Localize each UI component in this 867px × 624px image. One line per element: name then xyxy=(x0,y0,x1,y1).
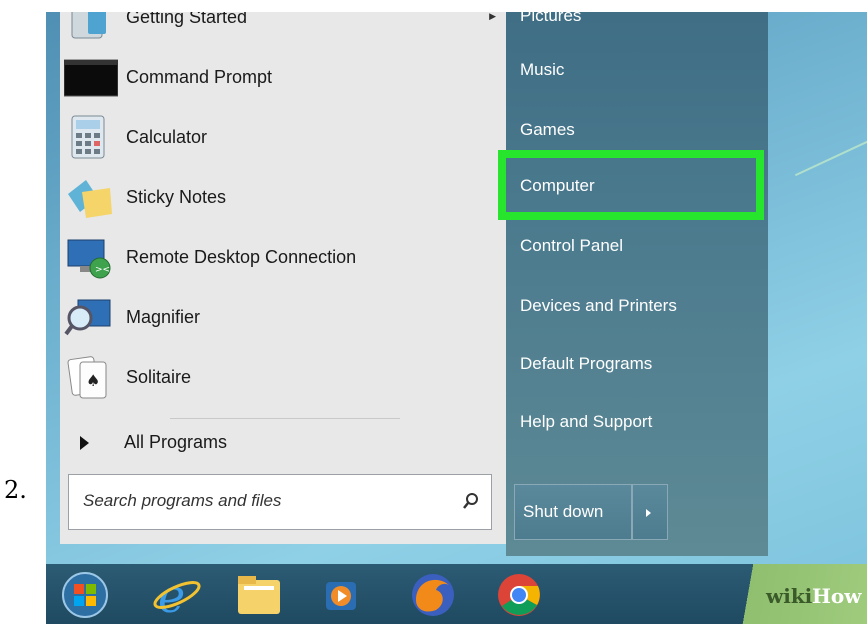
place-default-programs[interactable]: Default Programs xyxy=(506,346,768,404)
wallpaper-streak xyxy=(794,89,867,177)
menu-separator xyxy=(170,418,400,419)
program-remote-desktop[interactable]: >< Remote Desktop Connection xyxy=(60,228,506,286)
media-player-icon[interactable] xyxy=(316,570,366,620)
search-placeholder: Search programs and files xyxy=(83,491,282,510)
place-devices-and-printers[interactable]: Devices and Printers xyxy=(506,288,768,346)
search-input[interactable]: Search programs and files xyxy=(68,474,492,530)
place-help-and-support[interactable]: Help and Support xyxy=(506,404,768,462)
chevron-right-icon xyxy=(646,509,651,517)
firefox-icon[interactable] xyxy=(408,570,458,620)
chrome-icon[interactable] xyxy=(494,570,544,620)
taskbar: e wiki How xyxy=(46,564,867,624)
command-prompt-icon xyxy=(63,54,119,100)
program-magnifier[interactable]: Magnifier xyxy=(60,288,506,346)
shut-down-button[interactable]: Shut down xyxy=(514,484,632,540)
remote-desktop-icon: >< xyxy=(64,234,114,280)
solitaire-icon: ♠ xyxy=(64,354,114,400)
magnifier-icon xyxy=(64,294,114,340)
calculator-icon xyxy=(64,114,114,160)
submenu-arrow-icon: ▶ xyxy=(489,12,496,22)
place-pictures[interactable]: Pictures xyxy=(506,12,768,44)
place-music[interactable]: Music xyxy=(506,52,768,110)
sticky-notes-icon xyxy=(64,174,114,220)
expand-arrow-icon xyxy=(80,436,89,450)
start-menu-programs-pane: Getting Started ▶ Command Prompt Calcula… xyxy=(60,12,506,544)
file-explorer-icon[interactable] xyxy=(234,570,284,620)
all-programs-button[interactable]: All Programs xyxy=(60,420,506,466)
program-sticky-notes[interactable]: Sticky Notes xyxy=(60,168,506,226)
search-icon[interactable] xyxy=(461,491,481,511)
program-getting-started[interactable]: Getting Started ▶ xyxy=(60,12,506,46)
desktop: Getting Started ▶ Command Prompt Calcula… xyxy=(46,12,867,624)
svg-text:♠: ♠ xyxy=(86,371,100,390)
start-menu-places-pane: Pictures Music Games Computer Control Pa… xyxy=(506,12,768,556)
place-control-panel[interactable]: Control Panel xyxy=(506,228,768,286)
program-calculator[interactable]: Calculator xyxy=(60,108,506,166)
shut-down-options-button[interactable] xyxy=(632,484,668,540)
internet-explorer-icon[interactable]: e xyxy=(152,569,202,623)
start-orb-icon[interactable] xyxy=(60,570,110,620)
computer-highlight-box xyxy=(498,150,764,220)
wikihow-watermark: wiki How xyxy=(726,564,867,624)
getting-started-icon xyxy=(64,12,114,40)
program-command-prompt[interactable]: Command Prompt xyxy=(60,48,506,106)
step-number: 2. xyxy=(4,476,27,504)
program-solitaire[interactable]: ♠ Solitaire xyxy=(60,348,506,406)
svg-text:><: >< xyxy=(95,265,110,275)
